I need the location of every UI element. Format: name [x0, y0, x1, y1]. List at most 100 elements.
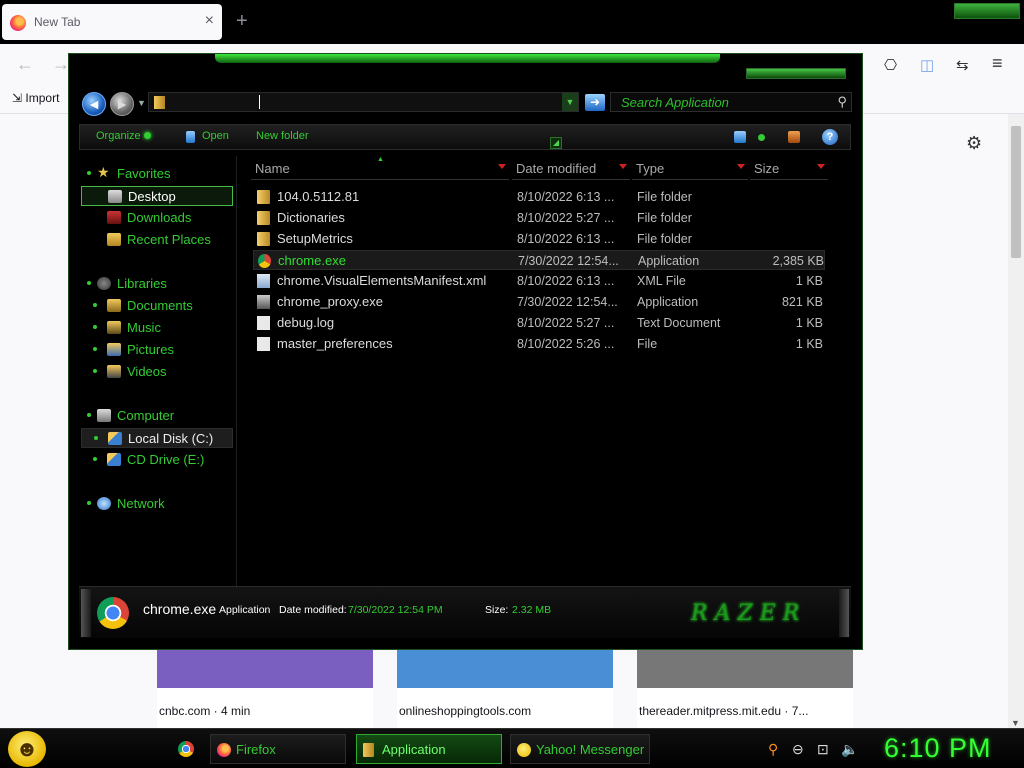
bookmark-import[interactable]: ⇲ Import [12, 91, 59, 105]
forward-button[interactable]: ► [110, 92, 134, 116]
file-type: File [637, 337, 658, 351]
nav-label: Network [117, 496, 165, 511]
local-disk-icon [108, 432, 122, 445]
file-row[interactable]: 104.0.5112.81 8/10/2022 6:13 ... File fo… [253, 187, 825, 207]
address-dropdown-icon[interactable]: ▼ [562, 93, 578, 111]
column-sort-icon[interactable] [737, 164, 745, 169]
chrome-pinned-icon[interactable] [178, 741, 194, 757]
search-icon[interactable]: ⚲ [768, 741, 778, 758]
nav-music[interactable]: Music [81, 318, 233, 338]
story-card[interactable]: onlineshoppingtools.com [397, 650, 613, 728]
search-box[interactable]: ⚲ [610, 92, 852, 112]
window-buttons[interactable] [746, 68, 846, 79]
file-row[interactable]: SetupMetrics 8/10/2022 6:13 ... File fol… [253, 229, 825, 249]
address-bar[interactable]: ▼ [148, 92, 579, 112]
task-label: Application [382, 742, 446, 757]
nav-label: Pictures [127, 342, 174, 357]
resize-handle-icon[interactable]: ◢ [550, 137, 562, 149]
taskbar: ☻ Firefox Application Yahoo! Messenger ⚲… [0, 728, 1024, 768]
search-icon[interactable]: ⚲ [837, 94, 847, 110]
column-sort-icon[interactable] [817, 164, 825, 169]
view-icon[interactable] [734, 131, 746, 143]
libraries-icon [97, 277, 111, 290]
new-tab-button[interactable]: + [236, 10, 248, 33]
nav-local-disk[interactable]: Local Disk (C:) [81, 428, 233, 448]
minus-icon[interactable]: ⊖ [792, 741, 804, 758]
story-image [397, 650, 613, 688]
file-type: XML File [637, 274, 686, 288]
file-row[interactable]: debug.log 8/10/2022 5:27 ... Text Docume… [253, 313, 825, 333]
file-row[interactable]: chrome_proxy.exe 7/30/2022 12:54... Appl… [253, 292, 825, 312]
nav-documents[interactable]: Documents [81, 296, 233, 316]
expand-bullet-icon [93, 325, 97, 329]
file-row[interactable]: master_preferences 8/10/2022 5:26 ... Fi… [253, 334, 825, 354]
page-scrollbar[interactable]: ▼ [1008, 114, 1024, 728]
back-button[interactable]: ◄ [82, 92, 106, 116]
container-icon[interactable]: ◫ [920, 56, 934, 74]
search-input[interactable] [621, 95, 821, 110]
nav-recent-places[interactable]: Recent Places [81, 230, 233, 250]
start-button[interactable]: ☻ [8, 731, 46, 767]
nav-downloads[interactable]: Downloads [81, 208, 233, 228]
go-button[interactable]: ➜ [585, 94, 605, 111]
file-type: File folder [637, 232, 692, 246]
file-size: 821 KB [781, 295, 823, 309]
network-icon[interactable]: ⊡ [817, 741, 829, 758]
history-dropdown-icon[interactable]: ▼ [137, 98, 146, 108]
nav-computer[interactable]: Computer [79, 406, 231, 426]
close-tab-icon[interactable]: × [205, 12, 214, 30]
column-header-date[interactable]: Date modified [512, 158, 630, 180]
menu-icon[interactable]: ≡ [992, 53, 1003, 74]
volume-icon[interactable]: 🔈 [841, 741, 858, 758]
nav-pictures[interactable]: Pictures [81, 340, 233, 360]
file-size: 1 KB [795, 337, 823, 351]
extension-icon[interactable]: ⇆ [956, 56, 969, 74]
scroll-down-icon[interactable]: ▼ [1011, 718, 1020, 728]
desktop-icon [108, 190, 122, 203]
column-header-name[interactable]: Name [251, 158, 509, 180]
file-type: Application [638, 254, 700, 268]
downloads-icon [107, 211, 121, 224]
column-sort-icon[interactable] [498, 164, 506, 169]
expand-bullet-icon [87, 281, 91, 285]
help-button[interactable]: ? [822, 129, 838, 145]
file-row[interactable]: chrome.VisualElementsManifest.xml 8/10/2… [253, 271, 825, 291]
file-date: 8/10/2022 6:13 ... [517, 232, 615, 246]
taskbar-item-yahoo-messenger[interactable]: Yahoo! Messenger [510, 734, 650, 764]
nav-label: Downloads [127, 210, 192, 225]
nav-videos[interactable]: Videos [81, 362, 233, 382]
gear-icon[interactable]: ⚙ [966, 133, 982, 154]
address-input[interactable] [175, 95, 545, 110]
story-card[interactable]: cnbc.com · 4 min [157, 650, 373, 728]
nav-cd-drive[interactable]: CD Drive (E:) [81, 450, 233, 470]
column-header-type[interactable]: Type [632, 158, 748, 180]
open-button[interactable]: Open [202, 130, 229, 142]
pocket-icon[interactable]: ⎔ [884, 56, 897, 74]
file-row[interactable]: Dictionaries 8/10/2022 5:27 ... File fol… [253, 208, 825, 228]
nav-network[interactable]: Network [79, 494, 231, 514]
task-label: Firefox [236, 742, 276, 757]
folder-icon [154, 96, 165, 109]
window-controls[interactable] [954, 3, 1020, 19]
column-sort-icon[interactable] [619, 164, 627, 169]
new-folder-button[interactable]: New folder [256, 130, 309, 142]
tab-new-tab[interactable]: New Tab × [2, 4, 222, 40]
taskbar-item-firefox[interactable]: Firefox [210, 734, 346, 764]
file-list-pane: ▲ Name Date modified Type Size 104.0.511… [241, 156, 857, 586]
file-size: 1 KB [795, 316, 823, 330]
nav-libraries[interactable]: Libraries [79, 274, 231, 294]
file-type: Application [637, 295, 699, 309]
music-icon [107, 321, 121, 334]
view-menu-dot-icon[interactable] [758, 134, 765, 141]
back-arrow-icon[interactable]: ← [16, 54, 34, 75]
taskbar-item-application[interactable]: Application [356, 734, 502, 764]
preview-pane-icon[interactable] [788, 131, 800, 143]
file-row-selected[interactable]: chrome.exe 7/30/2022 12:54... Applicatio… [253, 250, 825, 270]
story-card[interactable]: thereader.mitpress.mit.edu · 7... [637, 650, 853, 728]
column-header-size[interactable]: Size [750, 158, 828, 180]
expand-bullet-icon [87, 171, 91, 175]
nav-favorites[interactable]: ★ Favorites [79, 164, 231, 184]
organize-button[interactable]: Organize [96, 130, 151, 142]
nav-desktop[interactable]: Desktop [81, 186, 233, 206]
scrollbar-thumb[interactable] [1011, 126, 1021, 258]
